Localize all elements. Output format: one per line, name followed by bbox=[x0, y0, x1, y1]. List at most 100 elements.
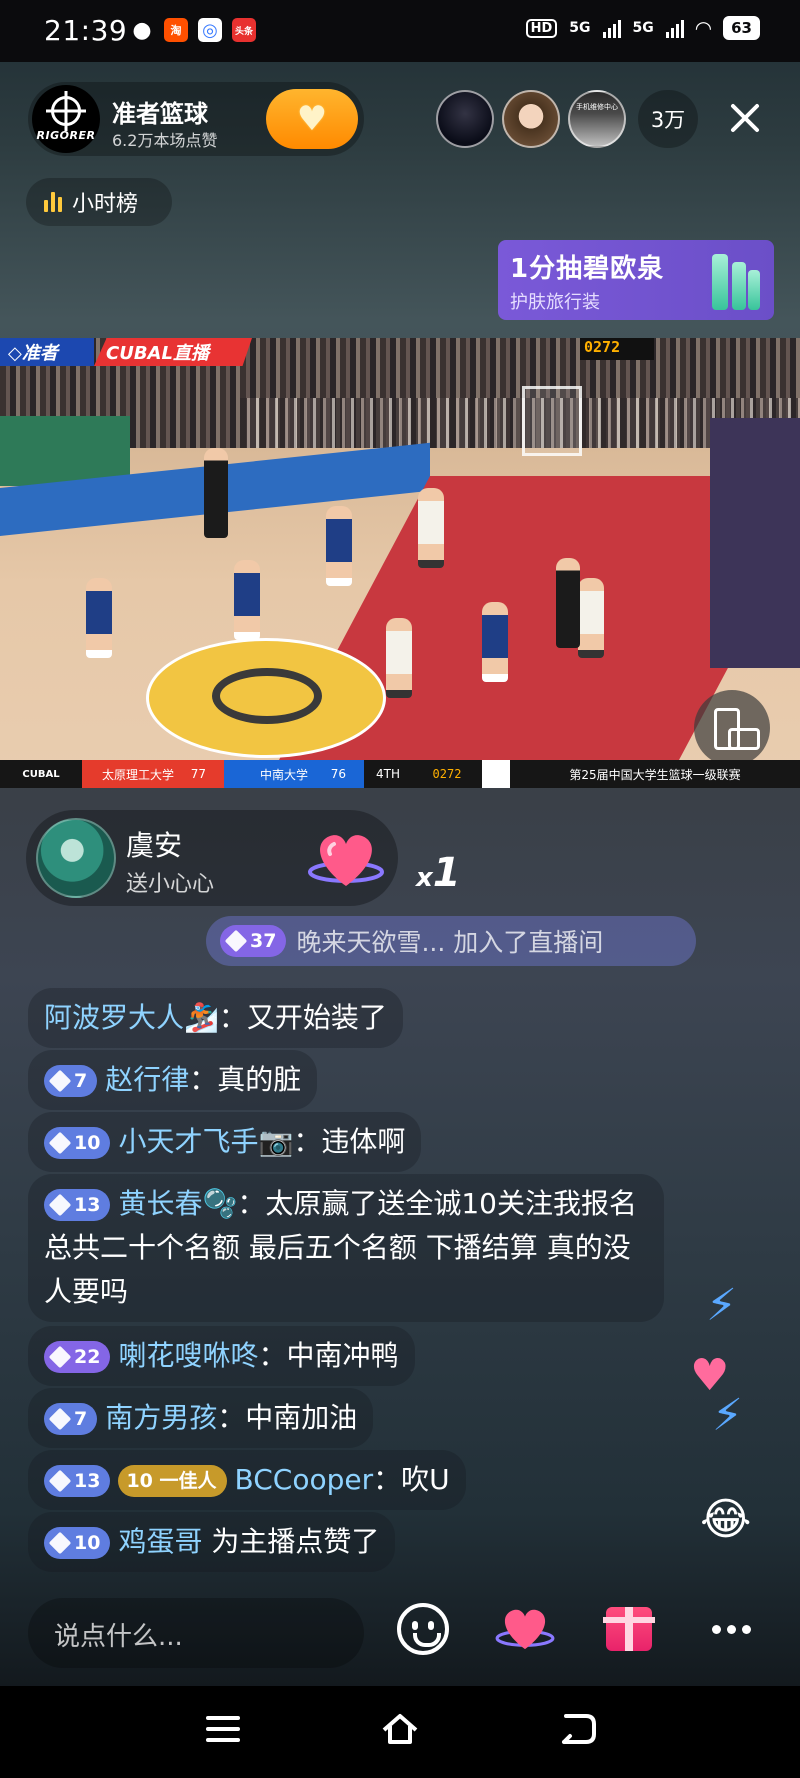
status-time: 21:39 bbox=[44, 14, 128, 47]
team1-name: 太原理工大学 bbox=[102, 767, 175, 782]
referee bbox=[556, 558, 580, 648]
referee bbox=[204, 448, 228, 538]
team2-name: 中南大学 bbox=[260, 767, 309, 782]
gifter-name: 虞安 bbox=[126, 829, 183, 862]
gift-multiplier-x: x bbox=[416, 863, 433, 893]
home-icon[interactable] bbox=[380, 1710, 420, 1746]
menu-icon[interactable] bbox=[206, 1716, 240, 1744]
chat-user[interactable]: 小天才飞手📷 bbox=[118, 1125, 293, 1158]
system-nav-bar bbox=[0, 1686, 800, 1778]
viewer-avatar[interactable] bbox=[436, 90, 494, 148]
viewer-count[interactable]: 3万 bbox=[638, 90, 698, 148]
center-logo bbox=[212, 668, 322, 724]
chat-message[interactable]: 13 10 一佳人 BCCooper：吹U bbox=[28, 1450, 466, 1510]
emoji-button[interactable] bbox=[388, 1594, 458, 1664]
broadcast-brand: ◇准者 bbox=[0, 338, 94, 366]
gift-box-icon bbox=[603, 1607, 655, 1651]
gifter-avatar[interactable] bbox=[36, 818, 116, 898]
rotate-screen-icon[interactable] bbox=[694, 690, 770, 766]
wifi-icon: ◠ bbox=[695, 16, 712, 40]
hourly-rank-button[interactable]: 小时榜 bbox=[26, 178, 172, 226]
chat-message[interactable]: 10 小天才飞手📷：违体啊 bbox=[28, 1112, 422, 1172]
level-number: 7 bbox=[74, 1070, 88, 1092]
chat-user[interactable]: 黄长春🫧 bbox=[118, 1187, 237, 1220]
quarter: 4TH bbox=[376, 767, 400, 781]
system-indicators: HD 5G 5G ◠ 63 bbox=[525, 16, 760, 40]
shot-clock: 0272 bbox=[580, 338, 654, 360]
gem-icon bbox=[48, 1531, 72, 1555]
chat-sep: ： bbox=[293, 1125, 322, 1158]
chat-message[interactable]: 13 黄长春🫧：太原赢了送全诚10关注我报名 总共二十个名额 最后五个名额 下播结… bbox=[28, 1174, 664, 1322]
chat-user[interactable]: BCCooper bbox=[235, 1463, 374, 1496]
app-blue-icon: ◎ bbox=[198, 18, 222, 42]
level-badge: 7 bbox=[44, 1065, 98, 1097]
comment-input[interactable]: 说点什么... bbox=[28, 1598, 364, 1668]
gem-icon bbox=[48, 1345, 72, 1369]
chat-sep: ： bbox=[218, 1001, 247, 1034]
gem-icon bbox=[48, 1193, 72, 1217]
chat-message[interactable]: 10 鸡蛋哥 为主播点赞了 bbox=[28, 1512, 396, 1572]
follow-button[interactable]: ♥ bbox=[266, 89, 358, 149]
wechat-icon: ● bbox=[132, 17, 152, 43]
host-name: 准者篮球 bbox=[112, 100, 208, 128]
chat-text: 中南加油 bbox=[245, 1401, 358, 1434]
like-button[interactable] bbox=[490, 1594, 560, 1664]
more-dots-icon bbox=[711, 1624, 751, 1634]
gift-multiplier: x1 bbox=[416, 850, 461, 896]
chat-message[interactable]: 7 赵行律：真的脏 bbox=[28, 1050, 318, 1110]
player bbox=[578, 578, 604, 658]
chat-message[interactable]: 22 喇花嗖咻咚：中南冲鸭 bbox=[28, 1326, 415, 1386]
lightning-icon: ⚡ bbox=[712, 1390, 743, 1441]
team1-score: 77 bbox=[190, 767, 206, 781]
chat-user[interactable]: 鸡蛋哥 bbox=[118, 1525, 202, 1558]
player bbox=[86, 578, 112, 658]
player bbox=[482, 602, 508, 682]
chat-text: 真的脏 bbox=[217, 1063, 302, 1096]
laughing-emoji-icon: 😂 bbox=[700, 1494, 752, 1545]
signal-icon bbox=[602, 18, 621, 38]
heart-plus-icon: ♥ bbox=[296, 99, 328, 139]
chat-text: 为主播点赞了 bbox=[211, 1525, 380, 1558]
gem-icon bbox=[224, 929, 248, 953]
broadcast-label: CUBAL直播 bbox=[94, 338, 252, 366]
chat-sep: ： bbox=[258, 1339, 287, 1372]
host-avatar[interactable]: RIGORER bbox=[32, 85, 100, 153]
live-video[interactable]: 0272 ◇准者 CUBAL直播 bbox=[0, 338, 800, 788]
fan-club-badge: 10 一佳人 bbox=[118, 1465, 227, 1497]
network-5g-label: 5G bbox=[569, 20, 591, 36]
promo-title: 1分抽碧欧泉 bbox=[510, 254, 665, 284]
lightning-icon: ⚡ bbox=[706, 1280, 737, 1331]
hoop-stand bbox=[710, 418, 800, 668]
chat-message[interactable]: 7 南方男孩：中南加油 bbox=[28, 1388, 374, 1448]
chat-user[interactable]: 阿波罗大人🏂 bbox=[44, 1001, 219, 1034]
level-badge: 37 bbox=[220, 925, 287, 957]
level-number: 10 bbox=[74, 1132, 101, 1154]
chat-message[interactable]: 阿波罗大人🏂：又开始装了 bbox=[28, 988, 403, 1048]
level-badge: 13 bbox=[44, 1189, 111, 1221]
level-number: 13 bbox=[74, 1470, 101, 1492]
promo-card[interactable]: 1分抽碧欧泉 护肤旅行装 bbox=[498, 240, 774, 320]
chat-text: 又开始装了 bbox=[246, 1001, 387, 1034]
join-text: 晚来天欲雪... 加入了直播间 bbox=[296, 928, 604, 957]
chat-user[interactable]: 喇花嗖咻咚 bbox=[118, 1339, 258, 1372]
chat-text: 中南冲鸭 bbox=[286, 1339, 399, 1372]
gem-icon bbox=[48, 1069, 72, 1093]
gem-icon bbox=[48, 1407, 72, 1431]
close-icon[interactable] bbox=[722, 96, 768, 142]
back-icon[interactable] bbox=[558, 1710, 598, 1746]
more-button[interactable] bbox=[696, 1594, 766, 1664]
scoreboard-divider bbox=[482, 760, 510, 788]
status-bar: 21:39 ● 淘 ◎ 头条 HD 5G 5G ◠ 63 bbox=[0, 0, 800, 62]
chat-sep: ： bbox=[237, 1187, 266, 1220]
gift-button[interactable] bbox=[594, 1594, 664, 1664]
chat-user[interactable]: 南方男孩 bbox=[105, 1401, 217, 1434]
viewer-avatar[interactable] bbox=[502, 90, 560, 148]
viewer-avatar[interactable]: 手机维修中心 bbox=[568, 90, 626, 148]
crosshair-logo-icon bbox=[51, 96, 81, 126]
level-number: 22 bbox=[74, 1346, 101, 1368]
viewer-avatar-text: 手机维修中心 bbox=[576, 103, 618, 111]
notification-icons: ● 淘 ◎ 头条 bbox=[130, 17, 256, 43]
heart-gift-icon bbox=[308, 835, 384, 886]
league-name: 第25届中国大学生篮球一级联赛 bbox=[569, 767, 741, 782]
chat-user[interactable]: 赵行律 bbox=[105, 1063, 189, 1096]
